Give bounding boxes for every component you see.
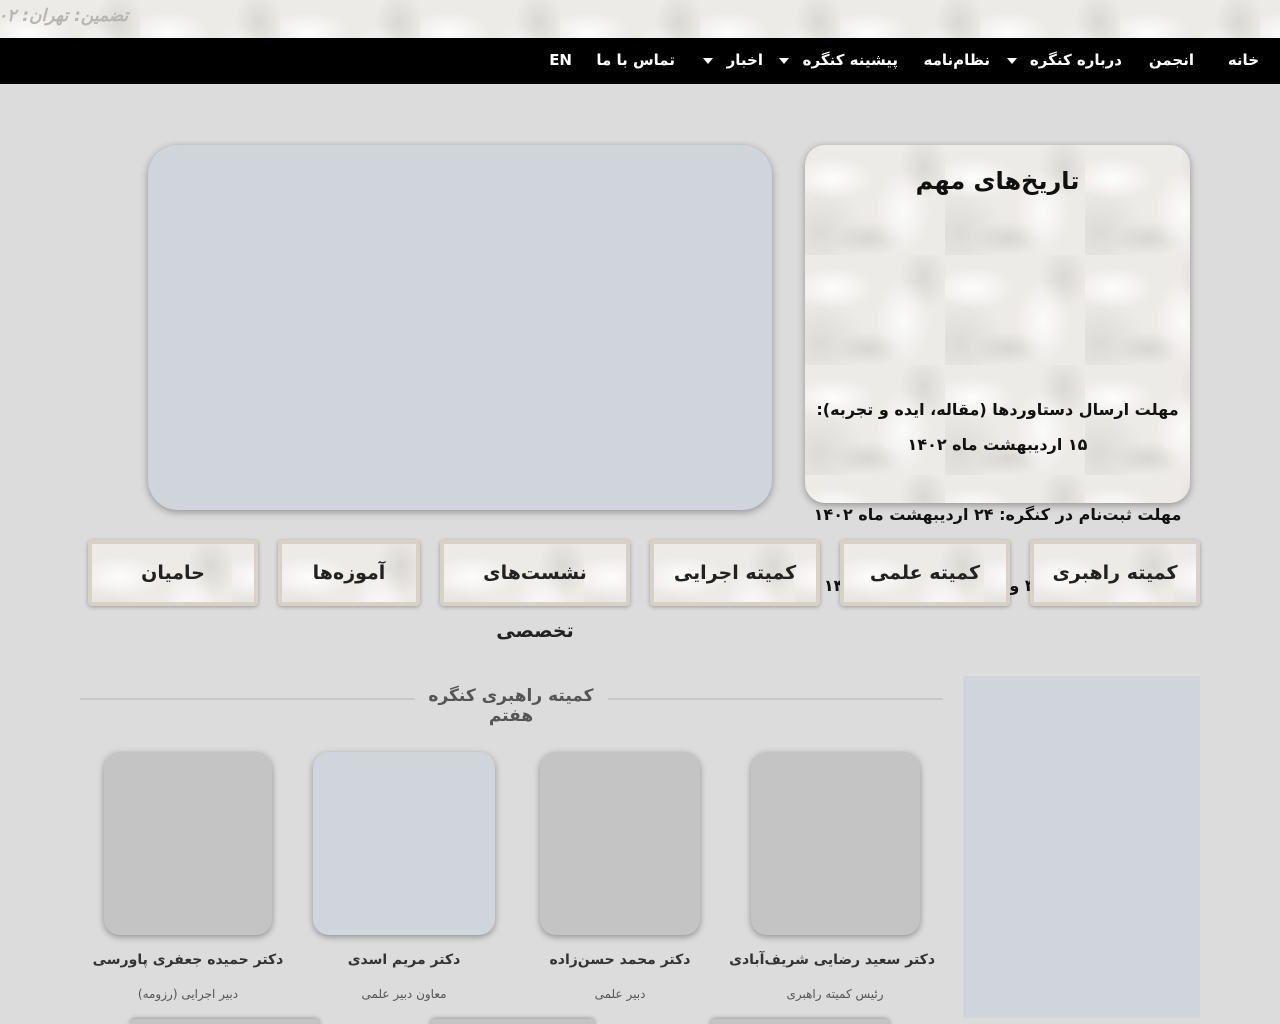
nav-item-contact[interactable]: تماس با ما — [596, 38, 675, 84]
nav-item-label: نظام‌نامه — [923, 51, 990, 69]
member-photo[interactable] — [130, 1019, 320, 1024]
chevron-down-icon — [1006, 57, 1017, 64]
nav-item-label: خانه — [1227, 51, 1259, 69]
member-name: دکتر مریم اسدی — [347, 952, 461, 968]
nav-item-label: درباره کنگره — [1029, 51, 1122, 69]
sponsors-button[interactable]: حامیان — [88, 540, 258, 606]
section-divider — [80, 698, 415, 700]
button-label: کمیته اجرایی — [673, 562, 797, 584]
member-role: دبیر اجرایی (رزومه) — [137, 987, 239, 1001]
sidebar-banner — [963, 676, 1200, 1018]
button-label: نشست‌های تخصصی — [483, 562, 587, 642]
member-photo[interactable] — [104, 752, 272, 935]
section-divider — [608, 698, 943, 700]
member-role: دبیر علمی — [594, 987, 646, 1001]
member-photo[interactable] — [710, 1019, 890, 1024]
nav-item-label: اخبار — [726, 51, 763, 69]
member-role: رئیس کمیته راهبری — [786, 987, 884, 1001]
button-label: کمیته علمی — [869, 562, 981, 584]
important-dates-card: تاریخ‌های مهم مهلت ارسال دستاوردها (مقال… — [805, 145, 1190, 595]
nav-item-news[interactable]: اخبار — [703, 38, 763, 84]
steering-committee-button[interactable]: کمیته راهبری — [1030, 540, 1200, 606]
teachings-button[interactable]: آموزه‌ها — [278, 540, 420, 606]
specialized-sessions-button[interactable]: نشست‌های تخصصی — [440, 540, 630, 642]
member-photo[interactable] — [313, 752, 495, 935]
hero-slider[interactable] — [148, 145, 772, 510]
nav-item-congress-history[interactable]: پیشینه کنگره — [779, 38, 898, 84]
top-strip: تضمین: تهران: ۱۴۰۲) — [0, 0, 1280, 38]
button-label: کمیته راهبری — [1052, 562, 1178, 584]
button-label: حامیان — [141, 562, 205, 584]
submission-deadline-label: مهلت ارسال دستاوردها (مقاله، ایده و تجرب… — [816, 400, 1179, 419]
nav-item-label: انجمن — [1148, 51, 1194, 69]
button-label: آموزه‌ها — [312, 562, 386, 584]
nav-item-label: EN — [549, 51, 572, 69]
nav-item-association[interactable]: انجمن — [1149, 38, 1194, 84]
member-photo[interactable] — [540, 752, 700, 935]
chevron-down-icon — [703, 57, 714, 64]
member-name: دکتر محمد حسن‌زاده — [549, 952, 691, 968]
nav-item-home[interactable]: خانه — [1228, 38, 1259, 84]
member-photo[interactable] — [430, 1019, 595, 1024]
nav-item-about-congress[interactable]: درباره کنگره — [1006, 38, 1122, 84]
committee-section-title: کمیته راهبری کنگره هفتم — [428, 686, 594, 726]
member-photo[interactable] — [751, 752, 920, 935]
nav-item-english[interactable]: EN — [549, 38, 572, 84]
member-name: دکتر حمیده جعفری پاورسی — [92, 952, 284, 968]
main-navbar: خانه انجمن درباره کنگره نظام‌نامه پیشینه… — [0, 38, 1280, 84]
nav-item-label: تماس با ما — [596, 51, 675, 69]
chevron-down-icon — [779, 57, 790, 64]
scientific-committee-button[interactable]: کمیته علمی — [840, 540, 1010, 606]
executive-committee-button[interactable]: کمیته اجرایی — [650, 540, 820, 606]
member-name: دکتر سعید رضایی شریف‌آبادی — [729, 952, 935, 968]
registration-deadline: مهلت ثبت‌نام در کنگره: ۲۴ اردیبهشت ماه ۱… — [813, 505, 1182, 524]
nav-item-regulations[interactable]: نظام‌نامه — [923, 38, 990, 84]
submission-deadline-date: ۱۵ اردیبهشت ماه ۱۴۰۲ — [907, 435, 1088, 454]
member-role: معاون دبیر علمی — [361, 987, 447, 1001]
important-dates-title: تاریخ‌های مهم — [915, 167, 1080, 195]
news-ticker-text: تضمین: تهران: ۱۴۰۲) — [0, 6, 129, 26]
nav-item-label: پیشینه کنگره — [802, 51, 898, 69]
